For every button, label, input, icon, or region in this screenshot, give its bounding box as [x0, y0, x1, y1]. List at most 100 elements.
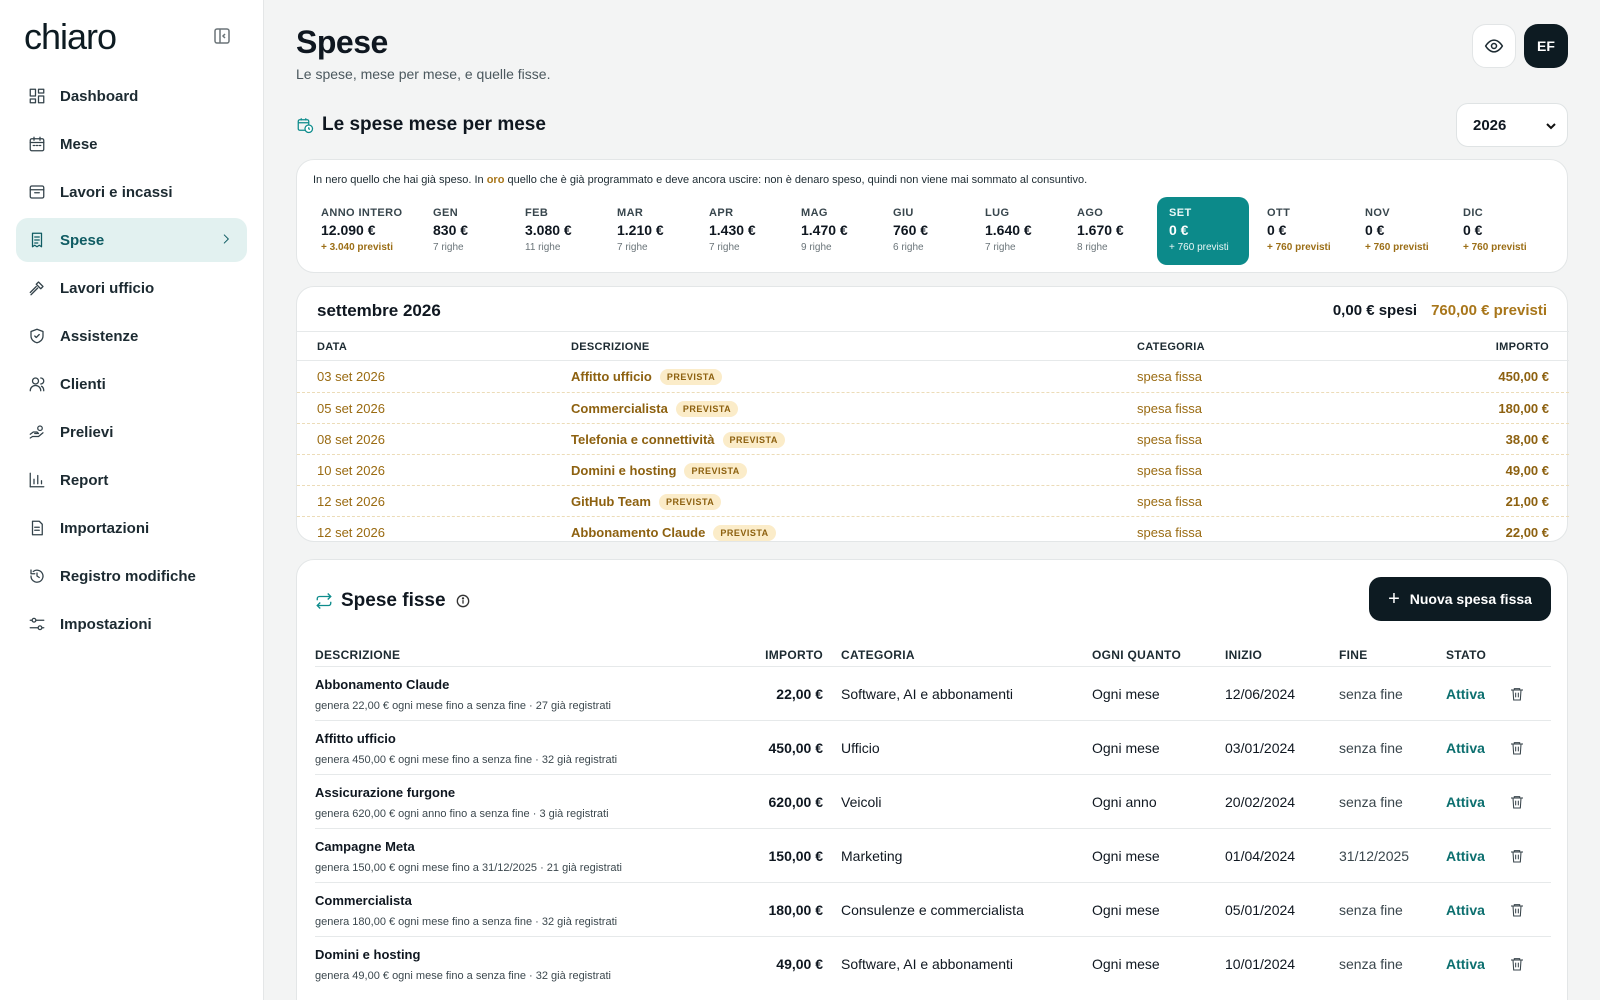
sidebar-item-dashboard[interactable]: Dashboard — [16, 74, 247, 118]
table-row[interactable]: Commercialista genera 180,00 € ogni mese… — [315, 882, 1551, 936]
file-icon — [31, 520, 43, 536]
month-sub: + 3.040 previsti — [321, 242, 393, 253]
sidebar-item-clienti[interactable]: Clienti — [16, 362, 247, 406]
status-badge: PREVISTA — [675, 401, 739, 417]
delete-button[interactable] — [1509, 848, 1525, 864]
sidebar-item-assistenze[interactable]: Assistenze — [16, 314, 247, 358]
sliders-icon — [29, 617, 45, 631]
history-icon — [30, 569, 44, 583]
delete-button[interactable] — [1509, 740, 1525, 756]
month-detail-card: settembre 2026 0,00 € spesi 760,00 € prev… — [296, 286, 1569, 542]
sidebar-item-prelievi[interactable]: Prelievi — [16, 410, 247, 454]
month-detail-title: settembre 2026 — [317, 301, 441, 320]
month-value: 1.670 € — [1077, 222, 1124, 238]
sidebar-item-label: Assistenze — [60, 327, 139, 345]
months-card: In nero quello che hai già speso. In oro… — [296, 159, 1568, 273]
visibility-toggle-button[interactable] — [1472, 24, 1516, 68]
table-row[interactable]: Abbonamento Claude genera 22,00 € ogni m… — [315, 666, 1551, 720]
month-cell-feb[interactable]: FEB 3.080 € 11 righe — [513, 197, 601, 265]
page-subtitle: Le spese, mese per mese, e quelle fisse. — [296, 66, 551, 82]
sidebar-item-label: Report — [60, 471, 109, 489]
avatar[interactable]: EF — [1524, 24, 1568, 68]
delete-button[interactable] — [1509, 902, 1525, 918]
sidebar-item-mese[interactable]: Mese — [16, 122, 247, 166]
month-cell-ott[interactable]: OTT 0 € + 760 previsti — [1255, 197, 1349, 265]
row-description: Domini e hosting — [315, 947, 421, 962]
month-label: MAR — [617, 207, 644, 219]
row-note: genera 450,00 € ogni mese fino a senza f… — [315, 754, 618, 766]
column-header: INIZIO — [1225, 648, 1263, 662]
month-cell-nov[interactable]: NOV 0 € + 760 previsti — [1353, 197, 1447, 265]
table-row[interactable]: 12 set 2026 Abbonamento Claude PREVISTA s… — [297, 516, 1569, 547]
note-pre: In nero quello che hai già speso. In — [313, 174, 487, 186]
sidebar-item-importazioni[interactable]: Importazioni — [16, 506, 247, 550]
table-row[interactable]: 05 set 2026 Commercialista PREVISTA spesa… — [297, 392, 1569, 423]
month-sub: 9 righe — [801, 242, 832, 253]
row-note: genera 150,00 € ogni mese fino a 31/12/2… — [315, 862, 622, 874]
month-cell-set[interactable]: SET 0 € + 760 previsti — [1157, 197, 1249, 265]
delete-button[interactable] — [1509, 956, 1525, 972]
month-label: APR — [709, 207, 734, 219]
status-badge: Attiva — [1446, 956, 1485, 972]
sidebar-item-label: Dashboard — [60, 87, 139, 105]
table-row[interactable]: Campagne Meta genera 150,00 € ogni mese … — [315, 828, 1551, 882]
delete-button[interactable] — [1509, 686, 1525, 702]
delete-button[interactable] — [1509, 794, 1525, 810]
table-row[interactable]: 10 set 2026 Domini e hosting PREVISTA spe… — [297, 454, 1569, 485]
table-row[interactable]: 08 set 2026 Telefonia e connettività PREV… — [297, 423, 1569, 454]
sidebar-item-impostazioni[interactable]: Impostazioni — [16, 602, 247, 646]
trash-icon — [1511, 742, 1523, 755]
column-header: IMPORTO — [1495, 341, 1549, 353]
month-cell-giu[interactable]: GIU 760 € 6 righe — [881, 197, 969, 265]
sidebar-item-label: Clienti — [60, 375, 106, 393]
sidebar-item-lavori-incassi[interactable]: Lavori e incassi — [16, 170, 247, 214]
table-row[interactable]: 03 set 2026 Affitto ufficio PREVISTA spes… — [297, 361, 1569, 392]
month-cell-lug[interactable]: LUG 1.640 € 7 righe — [973, 197, 1061, 265]
month-label: GIU — [893, 207, 914, 219]
month-cell-dic[interactable]: DIC 0 € + 760 previsti — [1451, 197, 1545, 265]
month-value: 760 € — [893, 222, 929, 238]
row-category: spesa fissa — [1137, 494, 1203, 509]
month-sub: 7 righe — [985, 242, 1016, 253]
row-amount: 22,00 € — [1505, 525, 1549, 540]
month-cell-mar[interactable]: MAR 1.210 € 7 righe — [605, 197, 693, 265]
sidebar-item-spese[interactable]: Spese — [16, 218, 247, 262]
month-value: 1.210 € — [617, 222, 664, 238]
row-category: Marketing — [841, 848, 903, 864]
column-header: OGNI QUANTO — [1092, 648, 1182, 662]
row-category: Consulenze e commercialista — [841, 902, 1024, 918]
table-header: DATA DESCRIZIONE CATEGORIA IMPORTO — [297, 331, 1569, 361]
column-header: DESCRIZIONE — [315, 648, 401, 662]
month-cell-apr[interactable]: APR 1.430 € 7 righe — [697, 197, 785, 265]
month-detail-table: DATA DESCRIZIONE CATEGORIA IMPORTO 03 se… — [297, 331, 1569, 547]
table-row[interactable]: 12 set 2026 GitHub Team PREVISTA spesa fi… — [297, 485, 1569, 516]
status-badge: Attiva — [1446, 902, 1485, 918]
table-row[interactable]: Affitto ufficio genera 450,00 € ogni mes… — [315, 720, 1551, 774]
logo[interactable]: chiaro — [24, 16, 117, 58]
trash-icon — [1511, 688, 1523, 701]
sidebar-item-registro-modifiche[interactable]: Registro modifiche — [16, 554, 247, 598]
new-fixed-expense-button[interactable]: + Nuova spesa fissa — [1369, 577, 1551, 621]
info-icon[interactable] — [456, 594, 470, 608]
month-cell-ago[interactable]: AGO 1.670 € 8 righe — [1065, 197, 1153, 265]
bar-chart-icon — [29, 472, 45, 488]
row-description: GitHub Team PREVISTA — [571, 494, 722, 510]
row-frequency: Ogni mese — [1092, 686, 1160, 702]
month-cell-mag[interactable]: MAG 1.470 € 9 righe — [789, 197, 877, 265]
sidebar-item-lavori-ufficio[interactable]: Lavori ufficio — [16, 266, 247, 310]
row-category: Software, AI e abbonamenti — [841, 686, 1013, 702]
month-cell-year[interactable]: ANNO INTERO 12.090 € + 3.040 previsti — [309, 197, 415, 265]
forecast-total: 760,00 € previsti — [1431, 302, 1547, 319]
year-select[interactable]: 2026 — [1456, 103, 1568, 147]
table-row[interactable]: Assicurazione furgone genera 620,00 € og… — [315, 774, 1551, 828]
row-note: genera 49,00 € ogni mese fino a senza fi… — [315, 970, 611, 982]
sidebar-collapse-icon[interactable] — [212, 26, 232, 46]
row-description: Telefonia e connettività PREVISTA — [571, 432, 785, 448]
month-cell-gen[interactable]: GEN 830 € 7 righe — [421, 197, 509, 265]
month-sub: 7 righe — [433, 242, 464, 253]
table-row[interactable]: Domini e hosting genera 49,00 € ogni mes… — [315, 936, 1551, 990]
plus-icon: + — [1388, 587, 1400, 610]
month-sub: 6 righe — [893, 242, 924, 253]
sidebar-item-report[interactable]: Report — [16, 458, 247, 502]
trash-icon — [1511, 796, 1523, 809]
